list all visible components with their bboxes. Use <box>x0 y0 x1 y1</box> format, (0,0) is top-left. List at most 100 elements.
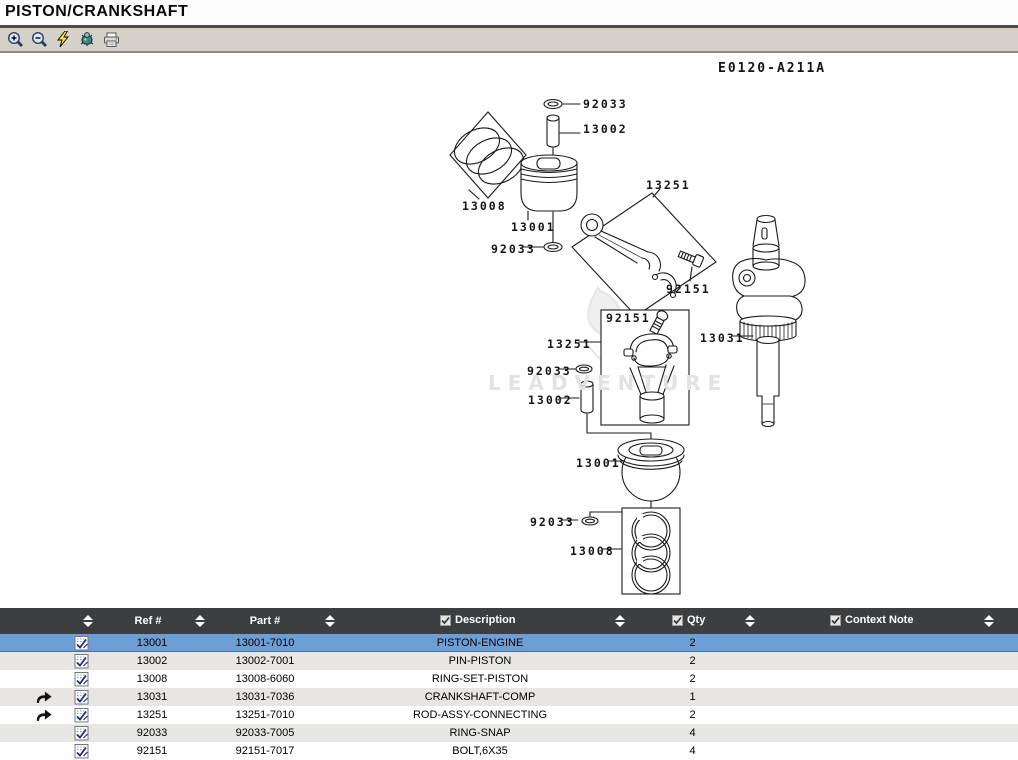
toolbar <box>0 28 1018 53</box>
zoom-out-icon <box>31 31 48 48</box>
flash-button[interactable] <box>52 29 74 50</box>
context-arrow-cell <box>0 690 58 705</box>
desc-cell: ROD-ASSY-CONNECTING <box>330 709 630 721</box>
table-header: Ref # Part # Description Qty <box>0 608 1018 634</box>
pick-checkbox-cell <box>58 707 104 723</box>
pick-item-checkbox-icon[interactable] <box>74 689 89 705</box>
callout-13002[interactable]: 13002 <box>583 122 628 136</box>
desc-cell: RING-SNAP <box>330 727 630 739</box>
callout-92151[interactable]: 92151 <box>606 311 651 325</box>
parts-diagram: LEADVENTURE E0120-A211A 92033 13002 1325… <box>0 55 1018 608</box>
parts-table: Ref # Part # Description Qty <box>0 608 1018 760</box>
callout-92033[interactable]: 92033 <box>530 515 575 529</box>
ref-cell: 13001 <box>104 637 200 649</box>
desc-cell: RING-SET-PISTON <box>330 673 630 685</box>
drawing-code: E0120-A211A <box>718 61 826 76</box>
diagram-line-art <box>0 55 1018 608</box>
pick-item-checkbox-icon[interactable] <box>74 725 89 741</box>
zoom-in-icon <box>7 31 24 48</box>
ref-cell: 92151 <box>104 745 200 757</box>
pick-checkbox-cell <box>58 671 104 687</box>
table-row[interactable]: 13001 13001-7010 PISTON-ENGINE 2 <box>0 634 1018 652</box>
sort-icon[interactable] <box>615 615 625 627</box>
title-bar: PISTON/CRANKSHAFT <box>0 0 1018 25</box>
ref-cell: 92033 <box>104 727 200 739</box>
callout-92151[interactable]: 92151 <box>666 282 711 296</box>
table-row[interactable]: 13002 13002-7001 PIN-PISTON 2 <box>0 652 1018 670</box>
part-cell: 13251-7010 <box>200 709 330 721</box>
column-header-description[interactable]: Description <box>440 614 516 626</box>
qty-cell: 2 <box>630 637 755 649</box>
part-cell: 13008-6060 <box>200 673 330 685</box>
zoom-out-button[interactable] <box>28 29 50 50</box>
sort-icon[interactable] <box>984 615 994 627</box>
qty-cell: 2 <box>630 655 755 667</box>
pick-item-checkbox-icon[interactable] <box>74 635 89 651</box>
callout-13008[interactable]: 13008 <box>570 544 615 558</box>
table-row[interactable]: 92151 92151-7017 BOLT,6X35 4 <box>0 742 1018 760</box>
context-note-column-checkbox[interactable] <box>830 615 841 626</box>
qty-cell: 2 <box>630 673 755 685</box>
desc-cell: BOLT,6X35 <box>330 745 630 757</box>
pick-checkbox-cell <box>58 635 104 651</box>
pick-item-checkbox-icon[interactable] <box>74 671 89 687</box>
part-cell: 92033-7005 <box>200 727 330 739</box>
qty-cell: 1 <box>630 691 755 703</box>
pick-item-checkbox-icon[interactable] <box>74 707 89 723</box>
callout-13031[interactable]: 13031 <box>700 331 745 345</box>
part-cell: 13001-7010 <box>200 637 330 649</box>
zoom-in-button[interactable] <box>4 29 26 50</box>
ref-cell: 13031 <box>104 691 200 703</box>
part-cell: 92151-7017 <box>200 745 330 757</box>
pick-checkbox-cell <box>58 689 104 705</box>
column-header-context-note[interactable]: Context Note <box>830 614 913 626</box>
hotspot-bug-button[interactable] <box>76 29 98 50</box>
desc-cell: PIN-PISTON <box>330 655 630 667</box>
column-header-part[interactable]: Part # <box>234 615 296 627</box>
context-link-arrow-icon[interactable] <box>35 708 53 723</box>
table-row[interactable]: 13251 13251-7010 ROD-ASSY-CONNECTING 2 <box>0 706 1018 724</box>
callout-13002[interactable]: 13002 <box>528 393 573 407</box>
callout-92033[interactable]: 92033 <box>491 242 536 256</box>
callout-13008[interactable]: 13008 <box>462 199 507 213</box>
desc-cell: CRANKSHAFT-COMP <box>330 691 630 703</box>
table-row[interactable]: 13031 13031-7036 CRANKSHAFT-COMP 1 <box>0 688 1018 706</box>
ref-cell: 13008 <box>104 673 200 685</box>
desc-cell: PISTON-ENGINE <box>330 637 630 649</box>
callout-13251[interactable]: 13251 <box>547 337 592 351</box>
watermark: LEADVENTURE <box>488 371 728 395</box>
part-cell: 13031-7036 <box>200 691 330 703</box>
sort-icon[interactable] <box>195 615 205 627</box>
qty-column-checkbox[interactable] <box>672 615 683 626</box>
printer-icon <box>103 32 120 48</box>
callout-13001[interactable]: 13001 <box>511 220 556 234</box>
callout-13251[interactable]: 13251 <box>646 178 691 192</box>
callout-13001[interactable]: 13001 <box>576 456 621 470</box>
pick-checkbox-cell <box>58 743 104 759</box>
description-column-checkbox[interactable] <box>440 615 451 626</box>
pick-item-checkbox-icon[interactable] <box>74 653 89 669</box>
ref-cell: 13002 <box>104 655 200 667</box>
lightning-icon <box>56 31 70 48</box>
callout-92033[interactable]: 92033 <box>527 364 572 378</box>
sort-icon[interactable] <box>83 615 93 627</box>
table-row[interactable]: 13008 13008-6060 RING-SET-PISTON 2 <box>0 670 1018 688</box>
callout-92033[interactable]: 92033 <box>583 97 628 111</box>
table-row[interactable]: 92033 92033-7005 RING-SNAP 4 <box>0 724 1018 742</box>
column-header-qty[interactable]: Qty <box>672 614 705 626</box>
pick-checkbox-cell <box>58 725 104 741</box>
page-title: PISTON/CRANKSHAFT <box>5 3 188 21</box>
qty-cell: 4 <box>630 745 755 757</box>
sort-icon[interactable] <box>325 615 335 627</box>
part-cell: 13002-7001 <box>200 655 330 667</box>
qty-cell: 2 <box>630 709 755 721</box>
column-header-ref[interactable]: Ref # <box>120 615 176 627</box>
pick-item-checkbox-icon[interactable] <box>74 743 89 759</box>
context-link-arrow-icon[interactable] <box>35 690 53 705</box>
bug-icon <box>78 31 96 48</box>
sort-icon[interactable] <box>745 615 755 627</box>
qty-cell: 4 <box>630 727 755 739</box>
pick-checkbox-cell <box>58 653 104 669</box>
print-button[interactable] <box>100 29 122 50</box>
ref-cell: 13251 <box>104 709 200 721</box>
